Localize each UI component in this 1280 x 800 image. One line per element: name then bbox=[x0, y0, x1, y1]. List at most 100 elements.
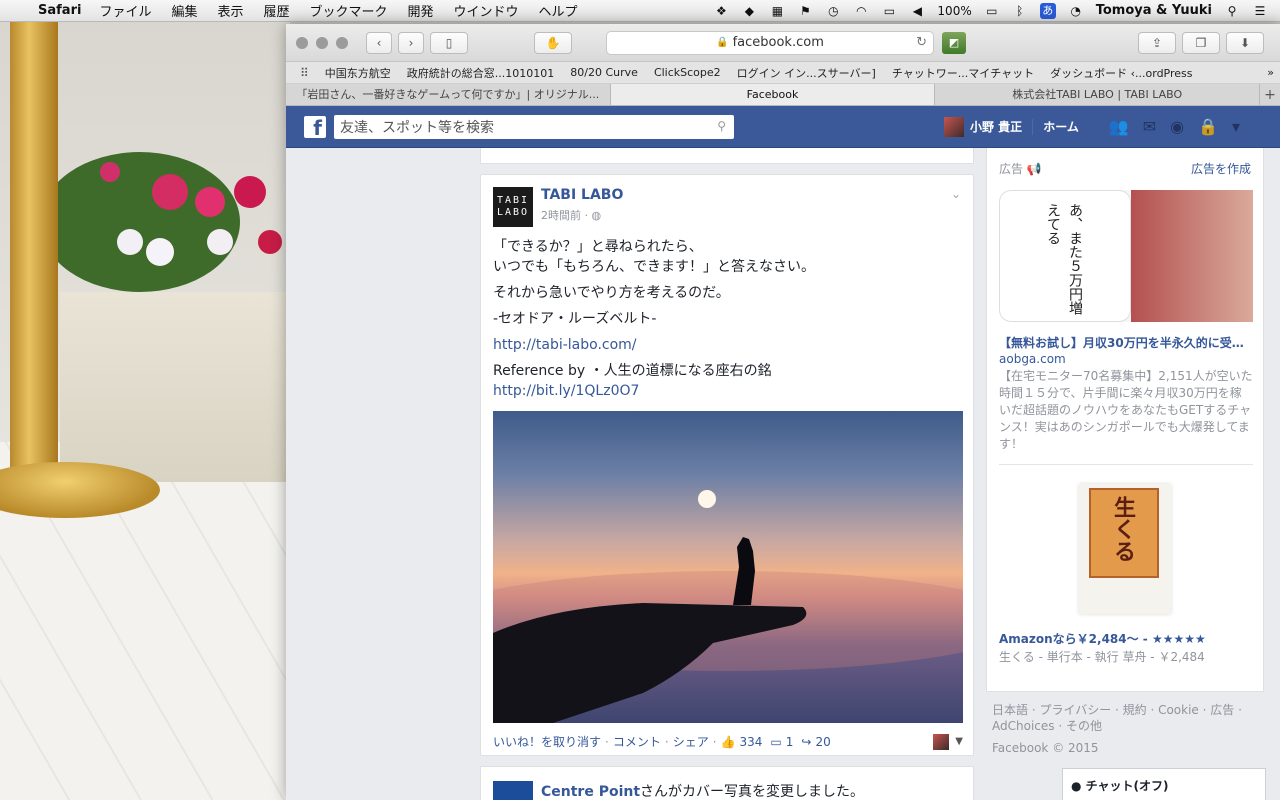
post-image[interactable] bbox=[493, 411, 963, 723]
hand-extension-icon[interactable]: ✋ bbox=[534, 31, 572, 54]
bookmark-item[interactable]: 80/20 Curve bbox=[570, 66, 638, 79]
battery-icon[interactable]: ▭ bbox=[984, 4, 1000, 18]
previous-post-card bbox=[480, 148, 974, 164]
post-text-line: 「できるか？」と尋ねられたら、 bbox=[493, 239, 703, 255]
chat-sidebar-tab[interactable]: ● チャット(オフ) bbox=[1062, 768, 1266, 800]
ad-image[interactable]: あ、また５万円増えてる bbox=[999, 190, 1253, 322]
like-count-icon[interactable]: 👍 bbox=[721, 735, 736, 749]
display-icon[interactable]: ▭ bbox=[881, 4, 897, 18]
menu-bookmarks[interactable]: ブックマーク bbox=[310, 1, 388, 20]
comment-link[interactable]: コメント bbox=[613, 733, 661, 750]
share-link[interactable]: シェア bbox=[673, 733, 709, 750]
bookmark-item[interactable]: ダッシュボード ‹...ordPress bbox=[1050, 65, 1192, 81]
bookmark-item[interactable]: 政府統計の総合窓...1010101 bbox=[407, 65, 554, 81]
notification-center-icon[interactable]: ☰ bbox=[1252, 4, 1268, 18]
home-link[interactable]: ホーム bbox=[1043, 118, 1079, 135]
volume-icon[interactable]: ◀ bbox=[909, 4, 925, 18]
ad-image-text: あ、また５万円増えてる bbox=[1045, 203, 1083, 315]
post-options-icon[interactable]: ⌄ bbox=[951, 187, 961, 227]
share-icon[interactable]: ⇪ bbox=[1138, 31, 1176, 54]
address-bar[interactable]: 🔒 facebook.com ↻ bbox=[606, 30, 934, 55]
post-short-link[interactable]: http://bit.ly/1QLz0O7 bbox=[493, 383, 639, 399]
notifications-icon[interactable]: ◉ bbox=[1170, 117, 1184, 136]
footer-links[interactable]: 日本語 · プライバシー · 規約 · Cookie · 広告 · AdChoi… bbox=[992, 702, 1252, 734]
messages-icon[interactable]: ✉ bbox=[1143, 117, 1156, 136]
menu-help[interactable]: ヘルプ bbox=[539, 1, 578, 20]
minimize-button[interactable] bbox=[316, 36, 328, 49]
flag-icon[interactable]: ⚑ bbox=[797, 4, 813, 18]
user-menu[interactable]: Tomoya & Yuuki bbox=[1096, 3, 1212, 18]
wifi-icon[interactable]: ◠ bbox=[853, 4, 869, 18]
battery-percent[interactable]: 100% bbox=[937, 4, 971, 18]
tab-facebook[interactable]: Facebook bbox=[610, 84, 936, 105]
forward-button[interactable]: › bbox=[398, 31, 424, 54]
next-post-logo[interactable] bbox=[493, 781, 533, 800]
post-as-caret-icon[interactable]: ▼ bbox=[955, 736, 963, 747]
input-method-icon[interactable]: あ bbox=[1039, 2, 1056, 19]
menu-develop[interactable]: 開発 bbox=[408, 1, 434, 20]
reload-icon[interactable]: ↻ bbox=[916, 35, 927, 50]
profile-link[interactable]: 小野 貴正 bbox=[944, 116, 1022, 137]
ad-title[interactable]: 【無料お試し】月収30万円を半永久的に受け取る bbox=[999, 334, 1253, 351]
ad-domain[interactable]: aobga.com bbox=[999, 352, 1066, 366]
close-button[interactable] bbox=[296, 36, 308, 49]
post-as-avatar[interactable] bbox=[933, 733, 950, 750]
dropbox-icon[interactable]: ❖ bbox=[713, 4, 729, 18]
right-column: 広告 📢 広告を作成 あ、また５万円増えてる 【無料お試し】月収30万円を半永久… bbox=[986, 148, 1264, 692]
tabs-overview-icon[interactable]: ❐ bbox=[1182, 31, 1220, 54]
menu-window[interactable]: ウインドウ bbox=[454, 1, 519, 20]
time-machine-icon[interactable]: ◷ bbox=[825, 4, 841, 18]
unlike-link[interactable]: いいね！を取り消す bbox=[493, 733, 601, 750]
like-count[interactable]: 334 bbox=[739, 735, 762, 749]
menu-view[interactable]: 表示 bbox=[217, 1, 243, 20]
sidebar-toggle-icon[interactable]: ▯ bbox=[430, 31, 468, 54]
post-text-line: -セオドア・ルーズベルト- bbox=[493, 311, 657, 327]
bluetooth-icon[interactable]: ᛒ bbox=[1012, 4, 1028, 18]
spotlight-icon[interactable]: ⚲ bbox=[1224, 4, 1240, 18]
back-button[interactable]: ‹ bbox=[366, 31, 392, 54]
page-logo[interactable]: TABI LABO bbox=[493, 187, 533, 227]
facebook-logo-icon[interactable]: f bbox=[304, 115, 326, 140]
logo-text-bottom: LABO bbox=[496, 207, 530, 218]
book-ad-image[interactable]: 生くる bbox=[1079, 484, 1171, 614]
evernote-icon[interactable]: ◆ bbox=[741, 4, 757, 18]
chat-label: チャット(オフ) bbox=[1085, 779, 1169, 793]
extension-icon[interactable]: ◩ bbox=[942, 31, 966, 54]
bookmark-item[interactable]: チャットワー...マイチャット bbox=[892, 65, 1034, 81]
post-actions: いいね！を取り消す · コメント · シェア · 👍 334 ▭ 1 ↪ 20 ▼ bbox=[493, 733, 963, 750]
comment-count[interactable]: 1 bbox=[786, 735, 794, 749]
zoom-button[interactable] bbox=[336, 36, 348, 49]
bookmark-item[interactable]: ログイン イン...スサーバー] bbox=[737, 65, 876, 81]
book-ad-title[interactable]: Amazonなら￥2,484〜 - ★★★★★ bbox=[999, 630, 1206, 647]
new-tab-icon[interactable]: + bbox=[1260, 84, 1280, 105]
scanner-icon[interactable]: ▦ bbox=[769, 4, 785, 18]
tab-tabilabo[interactable]: 株式会社TABI LABO | TABI LABO bbox=[935, 84, 1261, 105]
bookmarks-overflow-icon[interactable]: » bbox=[1267, 66, 1280, 79]
menu-edit[interactable]: 編集 bbox=[171, 1, 197, 20]
next-post-author[interactable]: Centre Point bbox=[541, 784, 640, 800]
ads-header: 広告 📢 広告を作成 bbox=[987, 148, 1263, 177]
friend-requests-icon[interactable]: 👥 bbox=[1109, 117, 1129, 136]
menu-history[interactable]: 履歴 bbox=[263, 1, 289, 20]
share-count-icon[interactable]: ↪ bbox=[801, 735, 811, 749]
bookmark-item[interactable]: 中国东方航空 bbox=[325, 65, 391, 81]
tab-iwata[interactable]: 「岩田さん、一番好きなゲームって何ですか」| オリジナル... bbox=[286, 84, 611, 105]
clock-icon[interactable]: ◔ bbox=[1068, 4, 1084, 18]
account-menu-icon[interactable]: ▾ bbox=[1232, 117, 1240, 136]
create-ad-link[interactable]: 広告を作成 bbox=[1191, 160, 1251, 177]
comment-count-icon[interactable]: ▭ bbox=[770, 735, 781, 749]
top-sites-icon[interactable]: ⠿ bbox=[300, 66, 309, 80]
post-link[interactable]: http://tabi-labo.com/ bbox=[493, 337, 637, 353]
privacy-shortcuts-icon[interactable]: 🔒 bbox=[1198, 117, 1218, 136]
menu-file[interactable]: ファイル bbox=[99, 1, 151, 20]
search-icon[interactable]: ⚲ bbox=[717, 119, 726, 133]
share-count[interactable]: 20 bbox=[815, 735, 830, 749]
bookmark-item[interactable]: ClickScope2 bbox=[654, 66, 721, 79]
book-cover: 生くる bbox=[1089, 488, 1159, 578]
address-url: facebook.com bbox=[732, 35, 824, 50]
post-timestamp[interactable]: 2時間前 · ◍ bbox=[541, 207, 623, 223]
post-author[interactable]: TABI LABO bbox=[541, 187, 623, 203]
search-input[interactable]: 友達、スポット等を検索 ⚲ bbox=[334, 114, 734, 139]
downloads-icon[interactable]: ⬇ bbox=[1226, 31, 1264, 54]
app-menu[interactable]: Safari bbox=[38, 3, 81, 18]
